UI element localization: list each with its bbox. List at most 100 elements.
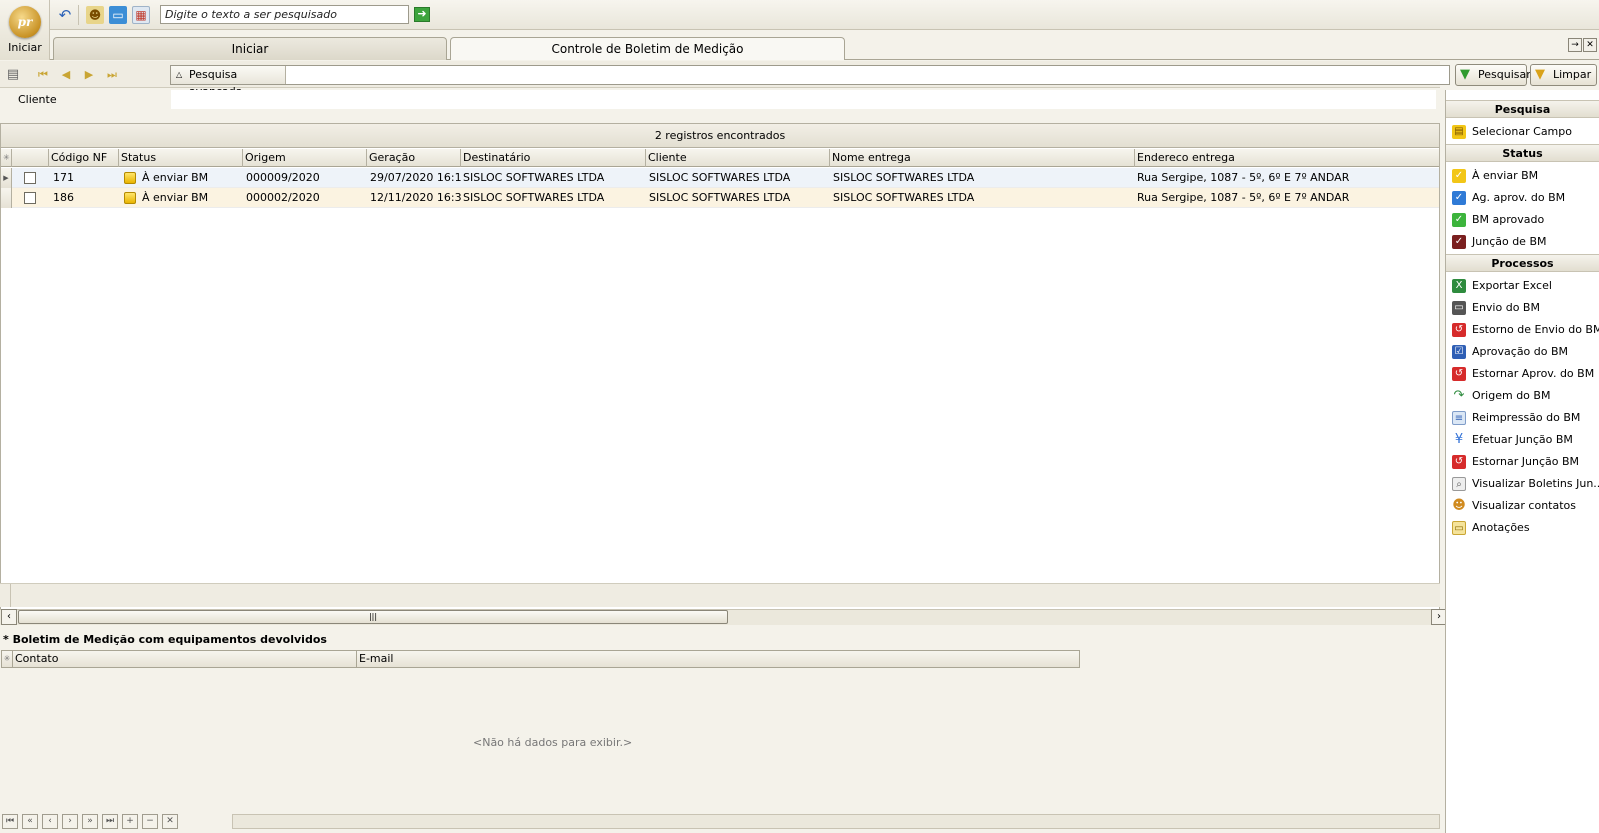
- sidebar-item-efetuar-juncao[interactable]: ¥ Efetuar Junção BM: [1446, 429, 1599, 451]
- column-header-cliente[interactable]: Cliente: [646, 149, 830, 167]
- sidebar-item-label: Ag. aprov. do BM: [1472, 191, 1566, 204]
- document-icon: ≡: [1452, 411, 1466, 425]
- sidebar-item-label: À enviar BM: [1472, 169, 1539, 182]
- advanced-search-toggle[interactable]: Pesquisa avançada: [171, 66, 286, 98]
- sidebar-item-label: Anotações: [1472, 521, 1530, 534]
- sidebar-item-label: Visualizar contatos: [1472, 499, 1577, 512]
- remove-record-icon[interactable]: −: [142, 814, 158, 829]
- cell-nome-entrega: SISLOC SOFTWARES LTDA: [833, 171, 975, 184]
- sidebar-item-reimpressao[interactable]: ≡ Reimpressão do BM: [1446, 407, 1599, 429]
- sidebar-item-label: Estornar Junção BM: [1472, 455, 1580, 468]
- cliente-filter-input[interactable]: [171, 90, 1436, 109]
- status-yellow-icon: [124, 192, 136, 204]
- global-search-input[interactable]: Digite o texto a ser pesquisado: [160, 5, 409, 24]
- tab-iniciar[interactable]: Iniciar: [53, 37, 447, 60]
- column-header-destinatario[interactable]: Destinatário: [461, 149, 646, 167]
- column-header-geracao[interactable]: Geração: [367, 149, 461, 167]
- sidebar-item-label: Envio do BM: [1472, 301, 1540, 314]
- sidebar-item-label: Estornar Aprov. do BM: [1472, 367, 1595, 380]
- advanced-search-bar[interactable]: [170, 65, 1450, 85]
- search-button-label: Pesquisar: [1478, 68, 1531, 81]
- column-header-nome-entrega[interactable]: Nome entrega: [830, 149, 1135, 167]
- scrollbar-thumb[interactable]: |||: [18, 610, 728, 624]
- section-pesquisa: Pesquisa: [1446, 100, 1599, 118]
- sidebar-item-aprovacao[interactable]: ☑ Aprovação do BM: [1446, 341, 1599, 363]
- add-record-icon[interactable]: +: [122, 814, 138, 829]
- users-icon[interactable]: ☻: [86, 6, 104, 24]
- approve-icon: ☑: [1452, 345, 1466, 359]
- sidebar-item-visualizar-boletins[interactable]: ⌕ Visualizar Boletins Jun...: [1446, 473, 1599, 495]
- send-icon: ▭: [1452, 301, 1466, 315]
- checkbox-column-header[interactable]: [12, 149, 49, 167]
- cell-origem: 000009/2020: [246, 171, 320, 184]
- clear-filter-icon: ▼: [1535, 67, 1545, 82]
- undo-icon[interactable]: ↶: [56, 6, 74, 24]
- cell-codigo: 171: [53, 171, 74, 184]
- last-record-icon[interactable]: ⏭: [104, 67, 120, 83]
- row-checkbox[interactable]: [24, 172, 36, 184]
- pager-next-page-icon[interactable]: »: [82, 814, 98, 829]
- cell-geracao: 29/07/2020 16:11:: [370, 171, 461, 184]
- search-button[interactable]: ▼ Pesquisar: [1455, 64, 1531, 86]
- sidebar-item-a-enviar[interactable]: ✓ À enviar BM: [1446, 165, 1599, 187]
- empty-message: <Não há dados para exibir.>: [473, 736, 633, 749]
- status-yellow-icon: [124, 172, 136, 184]
- cancel-edit-icon[interactable]: ✕: [162, 814, 178, 829]
- toolbar-separator: [78, 5, 79, 25]
- sidebar-item-origem[interactable]: ↷ Origem do BM: [1446, 385, 1599, 407]
- cell-destinatario: SISLOC SOFTWARES LTDA: [463, 191, 605, 204]
- row-selector-header-icon: ✳: [1, 149, 12, 167]
- sidebar-item-estornar-aprov[interactable]: ↺ Estornar Aprov. do BM: [1446, 363, 1599, 385]
- column-header-endereco[interactable]: Endereco entrega: [1135, 149, 1439, 167]
- next-tab-icon[interactable]: →: [1568, 38, 1582, 52]
- start-menu[interactable]: pr Iniciar: [0, 0, 50, 60]
- go-search-button[interactable]: ➜: [414, 7, 430, 22]
- column-header-codigo[interactable]: Código NF: [49, 149, 119, 167]
- sidebar-item-estorno-envio[interactable]: ↺ Estorno de Envio do BM: [1446, 319, 1599, 341]
- next-record-icon[interactable]: ▶: [81, 67, 97, 83]
- sidebar-item-ag-aprov[interactable]: ✓ Ag. aprov. do BM: [1446, 187, 1599, 209]
- close-tab-icon[interactable]: ✕: [1583, 38, 1597, 52]
- select-field-icon: ▤: [1452, 125, 1466, 139]
- prev-record-icon[interactable]: ◀: [58, 67, 74, 83]
- first-record-icon[interactable]: ⏮: [35, 67, 51, 83]
- pager-last-icon[interactable]: ⏭: [102, 814, 118, 829]
- caret-up-icon: △: [176, 70, 183, 79]
- column-header-contato[interactable]: Contato: [12, 650, 357, 668]
- pager-next-icon[interactable]: ›: [62, 814, 78, 829]
- sidebar-item-envio[interactable]: ▭ Envio do BM: [1446, 297, 1599, 319]
- sidebar-item-selecionar-campo[interactable]: ▤ Selecionar Campo: [1446, 121, 1599, 143]
- view-icon: ⌕: [1452, 477, 1466, 491]
- calendar-icon[interactable]: ▦: [132, 6, 150, 24]
- column-header-origem[interactable]: Origem: [243, 149, 367, 167]
- row-checkbox[interactable]: [24, 192, 36, 204]
- sidebar-item-visualizar-contatos[interactable]: ☻ Visualizar contatos: [1446, 495, 1599, 517]
- cell-geracao: 12/11/2020 16:36:: [370, 191, 461, 204]
- cell-endereco: Rua Sergipe, 1087 - 5º, 6º E 7º ANDAR: [1137, 191, 1350, 204]
- scroll-left-icon[interactable]: ‹: [1, 609, 17, 625]
- sidebar-item-estornar-juncao[interactable]: ↺ Estornar Junção BM: [1446, 451, 1599, 473]
- cell-status: À enviar BM: [142, 191, 209, 204]
- sidebar-item-label: Reimpressão do BM: [1472, 411, 1581, 424]
- footer-divider: [10, 584, 11, 607]
- sidebar-item-anotacoes[interactable]: ▭ Anotações: [1446, 517, 1599, 539]
- section-processos: Processos: [1446, 254, 1599, 272]
- sub-grid-title: * Boletim de Medição com equipamentos de…: [3, 633, 327, 646]
- tab-controle-boletim[interactable]: Controle de Boletim de Medição: [450, 37, 845, 60]
- excel-icon: X: [1452, 279, 1466, 293]
- sidebar-item-bm-aprovado[interactable]: ✓ BM aprovado: [1446, 209, 1599, 231]
- sidebar-item-label: BM aprovado: [1472, 213, 1545, 226]
- sidebar-item-exportar-excel[interactable]: X Exportar Excel: [1446, 275, 1599, 297]
- window-icon[interactable]: ▭: [109, 6, 127, 24]
- pager-prev-page-icon[interactable]: «: [22, 814, 38, 829]
- sub-horizontal-scrollbar[interactable]: [232, 814, 1440, 829]
- sidebar-item-label: Origem do BM: [1472, 389, 1551, 402]
- column-header-status[interactable]: Status: [119, 149, 243, 167]
- clear-button[interactable]: ▼ Limpar: [1530, 64, 1597, 86]
- pager-prev-icon[interactable]: ‹: [42, 814, 58, 829]
- column-header-email[interactable]: E-mail: [356, 650, 1080, 668]
- row-indicator: [1, 188, 12, 208]
- pager-first-icon[interactable]: ⏮: [2, 814, 18, 829]
- sidebar-item-juncao[interactable]: ✓ Junção de BM: [1446, 231, 1599, 253]
- print-icon[interactable]: ▤: [5, 67, 21, 83]
